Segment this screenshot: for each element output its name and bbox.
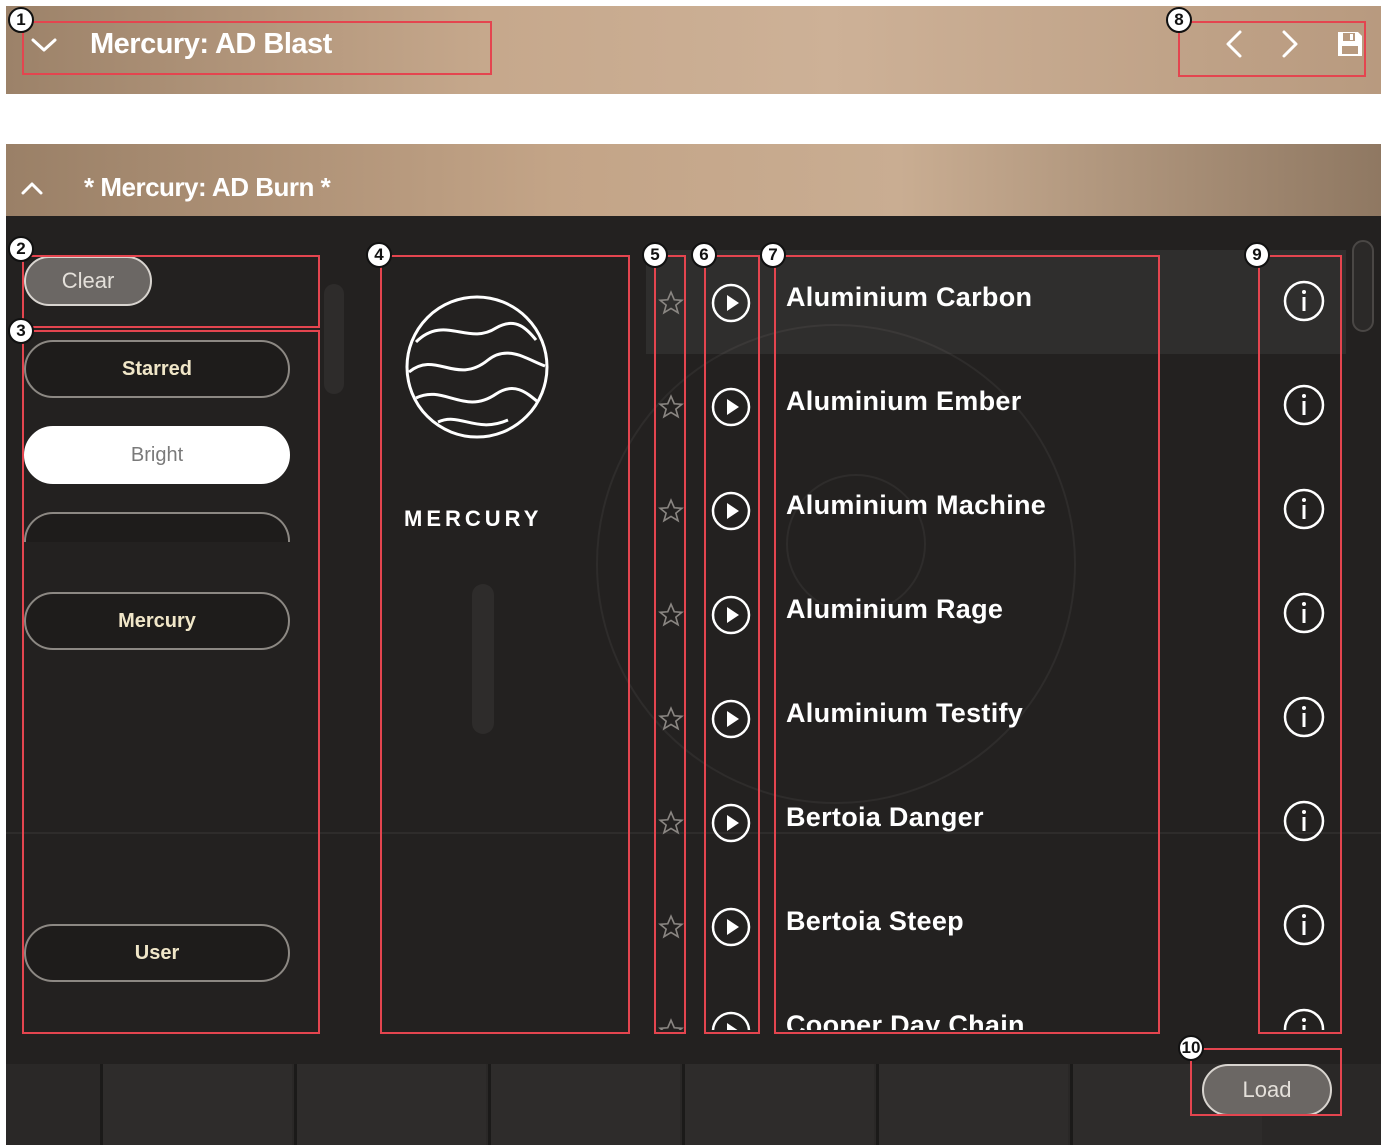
browser-header[interactable]: * Mercury: AD Burn *	[6, 144, 1381, 216]
callout-badge: 8	[1166, 7, 1192, 33]
play-icon[interactable]	[710, 594, 752, 636]
preset-row[interactable]: Aluminium Carbon	[646, 250, 1346, 354]
info-icon[interactable]	[1282, 383, 1326, 427]
filter-user[interactable]: User	[24, 924, 290, 982]
bottom-segment	[488, 1064, 680, 1145]
preset-name: Aluminium Rage	[786, 594, 1004, 624]
preset-row[interactable]: Aluminium Machine	[646, 458, 1346, 562]
background-slider	[472, 584, 494, 734]
preset-name: Aluminium Machine	[786, 490, 1047, 520]
preset-name: Aluminium Ember	[786, 386, 1022, 416]
preset-row-partial[interactable]: Cooper Day Chain	[646, 978, 1346, 1030]
info-icon[interactable]	[1282, 903, 1326, 947]
play-icon[interactable]	[710, 490, 752, 532]
star-icon[interactable]	[658, 706, 684, 732]
star-icon[interactable]	[658, 498, 684, 524]
preset-name: Aluminium Carbon	[786, 282, 1033, 312]
preset-row[interactable]: Bertoia Steep	[646, 874, 1346, 978]
star-icon[interactable]	[658, 810, 684, 836]
play-icon[interactable]	[710, 698, 752, 740]
star-icon[interactable]	[658, 914, 684, 940]
background-slider	[324, 284, 344, 394]
browser-title: * Mercury: AD Burn *	[84, 172, 331, 202]
chevron-right-icon[interactable]	[1279, 28, 1301, 60]
browser-title-row: * Mercury: AD Burn *	[20, 172, 331, 203]
bottom-segment	[100, 1064, 292, 1145]
star-icon[interactable]	[658, 602, 684, 628]
callout-badge: 5	[642, 242, 668, 268]
star-icon[interactable]	[658, 1018, 684, 1030]
play-icon[interactable]	[710, 802, 752, 844]
save-icon[interactable]	[1335, 29, 1365, 59]
bottom-strip	[6, 1064, 1381, 1145]
nav-controls	[1223, 28, 1365, 60]
preset-row[interactable]: Bertoia Danger	[646, 770, 1346, 874]
info-icon[interactable]	[1282, 799, 1326, 843]
info-icon[interactable]	[1282, 591, 1326, 635]
clear-button[interactable]: Clear	[24, 256, 152, 306]
play-icon[interactable]	[710, 282, 752, 324]
preset-name: Cooper Day Chain	[786, 1010, 1025, 1030]
preset-row[interactable]: Aluminium Ember	[646, 354, 1346, 458]
star-icon[interactable]	[658, 290, 684, 316]
preset-title-dropdown[interactable]: Mercury: AD Blast	[30, 28, 332, 61]
filter-starred[interactable]: Starred	[24, 340, 290, 398]
filter-partial[interactable]	[24, 512, 290, 542]
preset-name: Aluminium Testify	[786, 698, 1024, 728]
chevron-down-icon	[31, 38, 57, 51]
info-icon[interactable]	[1282, 1007, 1326, 1030]
chevron-up-icon[interactable]	[20, 180, 44, 196]
info-icon[interactable]	[1282, 487, 1326, 531]
callout-badge: 2	[8, 236, 34, 262]
callout-badge: 3	[8, 318, 34, 344]
chevron-left-icon[interactable]	[1223, 28, 1245, 60]
preset-row[interactable]: Aluminium Rage	[646, 562, 1346, 666]
preset-name: Bertoia Danger	[786, 802, 984, 832]
list-scrollbar[interactable]	[1352, 240, 1374, 332]
filter-mercury[interactable]: Mercury	[24, 592, 290, 650]
callout-badge: 4	[366, 242, 392, 268]
info-icon[interactable]	[1282, 279, 1326, 323]
preset-name: Bertoia Steep	[786, 906, 964, 936]
play-icon[interactable]	[710, 386, 752, 428]
callout-badge: 9	[1244, 242, 1270, 268]
info-icon[interactable]	[1282, 695, 1326, 739]
bottom-segment	[294, 1064, 486, 1145]
play-icon[interactable]	[710, 906, 752, 948]
callout-badge: 7	[760, 242, 786, 268]
callout-badge: 10	[1178, 1035, 1204, 1061]
callout-badge: 6	[691, 242, 717, 268]
preset-row[interactable]: Aluminium Testify	[646, 666, 1346, 770]
mercury-logo-icon	[405, 295, 549, 439]
load-button[interactable]: Load	[1202, 1064, 1332, 1116]
brand-name: MERCURY	[404, 506, 543, 531]
bottom-segment	[876, 1064, 1068, 1145]
preset-browser: * Mercury: AD Burn * Clear Starred Brigh…	[6, 144, 1381, 1145]
bottom-segment	[682, 1064, 874, 1145]
filter-bright[interactable]: Bright	[24, 426, 290, 484]
preset-title: Mercury: AD Blast	[90, 28, 332, 60]
star-icon[interactable]	[658, 394, 684, 420]
callout-badge: 1	[8, 7, 34, 33]
play-icon[interactable]	[710, 1010, 752, 1030]
